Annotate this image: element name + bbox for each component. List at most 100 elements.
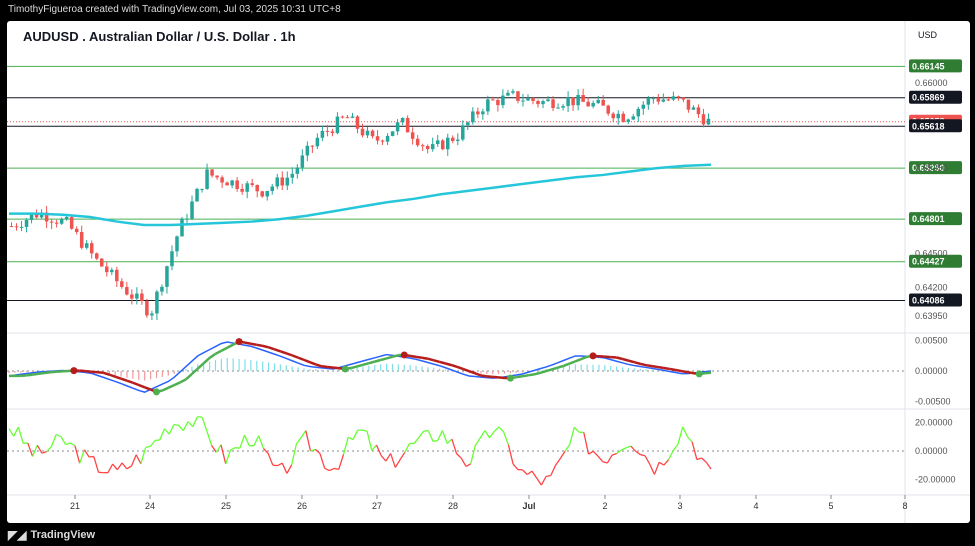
candle-body — [521, 100, 525, 102]
osc-fast-line — [8, 341, 712, 393]
candle-body — [676, 96, 681, 98]
rsi-segment — [319, 453, 326, 469]
rsi-segment — [559, 450, 566, 459]
osc-slow-segment — [250, 342, 257, 347]
osc-slow-segment — [356, 363, 364, 368]
candle-body — [345, 117, 350, 119]
chart-area[interactable]: AUDUSD . Australian Dollar / U.S. Dollar… — [7, 21, 970, 523]
candle-body — [230, 180, 234, 186]
tradingview-logo[interactable]: ◤◢ TradingView — [8, 528, 95, 542]
rsi-segment — [60, 436, 67, 445]
level-tag-label: 0.65869 — [912, 93, 945, 103]
rsi-segment — [564, 444, 571, 452]
candle-body — [205, 169, 209, 189]
candle-body — [335, 116, 340, 134]
candle-body — [320, 130, 325, 138]
osc-slow-segment — [350, 365, 358, 370]
rsi-segment — [621, 447, 627, 451]
candle-body — [561, 106, 565, 108]
rsi-segment — [705, 461, 712, 470]
rsi-segment — [602, 460, 608, 464]
osc-slow-segment — [651, 364, 659, 369]
time-tick-label: 3 — [677, 501, 682, 511]
chart-svg[interactable]: AUDUSD . Australian Dollar / U.S. Dollar… — [7, 21, 970, 523]
osc-turn-dot — [400, 351, 408, 359]
osc-slow-segment — [97, 370, 104, 375]
candle-body — [105, 266, 109, 273]
candle-body — [69, 216, 74, 229]
rsi-segment — [310, 448, 316, 452]
osc-slow-segment — [108, 373, 116, 378]
candle-body — [621, 113, 626, 122]
osc-slow-segment — [622, 357, 629, 362]
rsi-segment — [658, 461, 665, 466]
horizontal-levels: 0.661450.658690.656580.656180.652500.648… — [7, 59, 962, 307]
rsi-segment — [616, 449, 622, 455]
candle-body — [150, 313, 154, 316]
rsi-segment — [696, 457, 702, 461]
osc-slow-segment — [563, 362, 570, 368]
candle-body — [581, 94, 585, 102]
candle-body — [79, 232, 84, 248]
candle-body — [435, 140, 440, 145]
candle-body — [270, 186, 275, 191]
osc-slow-segment — [327, 365, 334, 369]
candle-body — [551, 99, 555, 109]
osc-turn-dot — [589, 352, 597, 360]
rsi-segment — [507, 444, 514, 465]
osc-turn-dot — [235, 338, 243, 346]
rsi-segment — [74, 445, 81, 464]
rsi-segment — [305, 430, 312, 452]
candle-body — [310, 145, 315, 147]
candle-body — [661, 99, 666, 102]
rsi-segment — [677, 426, 684, 445]
rsi-segment — [235, 447, 240, 449]
osc-turn-dot — [152, 388, 160, 396]
attribution-bar: TimothyFigueroa created with TradingView… — [0, 0, 975, 21]
time-tick-label: 28 — [448, 501, 458, 511]
rsi-segment — [588, 450, 594, 455]
rsi-segment — [493, 426, 500, 432]
candle-body — [215, 175, 219, 178]
candle-body — [536, 101, 540, 105]
rsi-segment — [140, 447, 147, 465]
rsi-segment — [441, 430, 448, 444]
rsi-segment — [149, 440, 156, 447]
rsi-segment — [606, 454, 613, 464]
osc-turn-dot — [70, 367, 78, 375]
rsi-segment — [13, 426, 19, 437]
candle-body — [165, 266, 169, 287]
candle-body — [330, 131, 335, 134]
osc-slow-segment — [392, 353, 399, 358]
osc-slow-segment — [456, 365, 464, 371]
tradingview-logo-icon: ◤◢ — [8, 528, 27, 542]
rsi-segment — [413, 437, 420, 444]
rsi-segment — [399, 452, 406, 461]
time-axis: 21 24 25 26 27 28 Jul 2 3 4 5 8 — [70, 495, 908, 511]
rsi-tick-label: -20.00000 — [915, 475, 956, 485]
candle-body — [701, 114, 706, 125]
osc-slow-segment — [44, 370, 51, 375]
rsi-segment — [291, 443, 298, 465]
osc-slow-segment — [451, 363, 458, 369]
time-tick-label: 24 — [145, 501, 155, 511]
rsi-segment — [324, 467, 330, 472]
rsi-segment — [597, 455, 604, 463]
osc-slow-segment — [185, 373, 193, 381]
candle-body — [315, 137, 320, 147]
author-line: TimothyFigueroa created with TradingView… — [8, 4, 341, 15]
osc-slow-segment — [167, 383, 175, 389]
rsi-segment — [394, 459, 401, 468]
osc-slow-segment — [114, 375, 122, 380]
rsi-segment — [498, 426, 505, 433]
price-axis: 0.66000 0.65250 0.64500 0.64200 0.63950 — [915, 78, 948, 321]
candle-body — [390, 131, 395, 136]
rsi-segment — [474, 437, 481, 446]
moving-average-line — [9, 163, 712, 227]
osc-slow-segment — [374, 358, 381, 363]
rsi-segment — [479, 430, 486, 439]
candle-body — [430, 144, 435, 150]
time-tick-label: 2 — [602, 501, 607, 511]
rsi-segment — [281, 462, 288, 474]
candle-body — [175, 236, 179, 252]
